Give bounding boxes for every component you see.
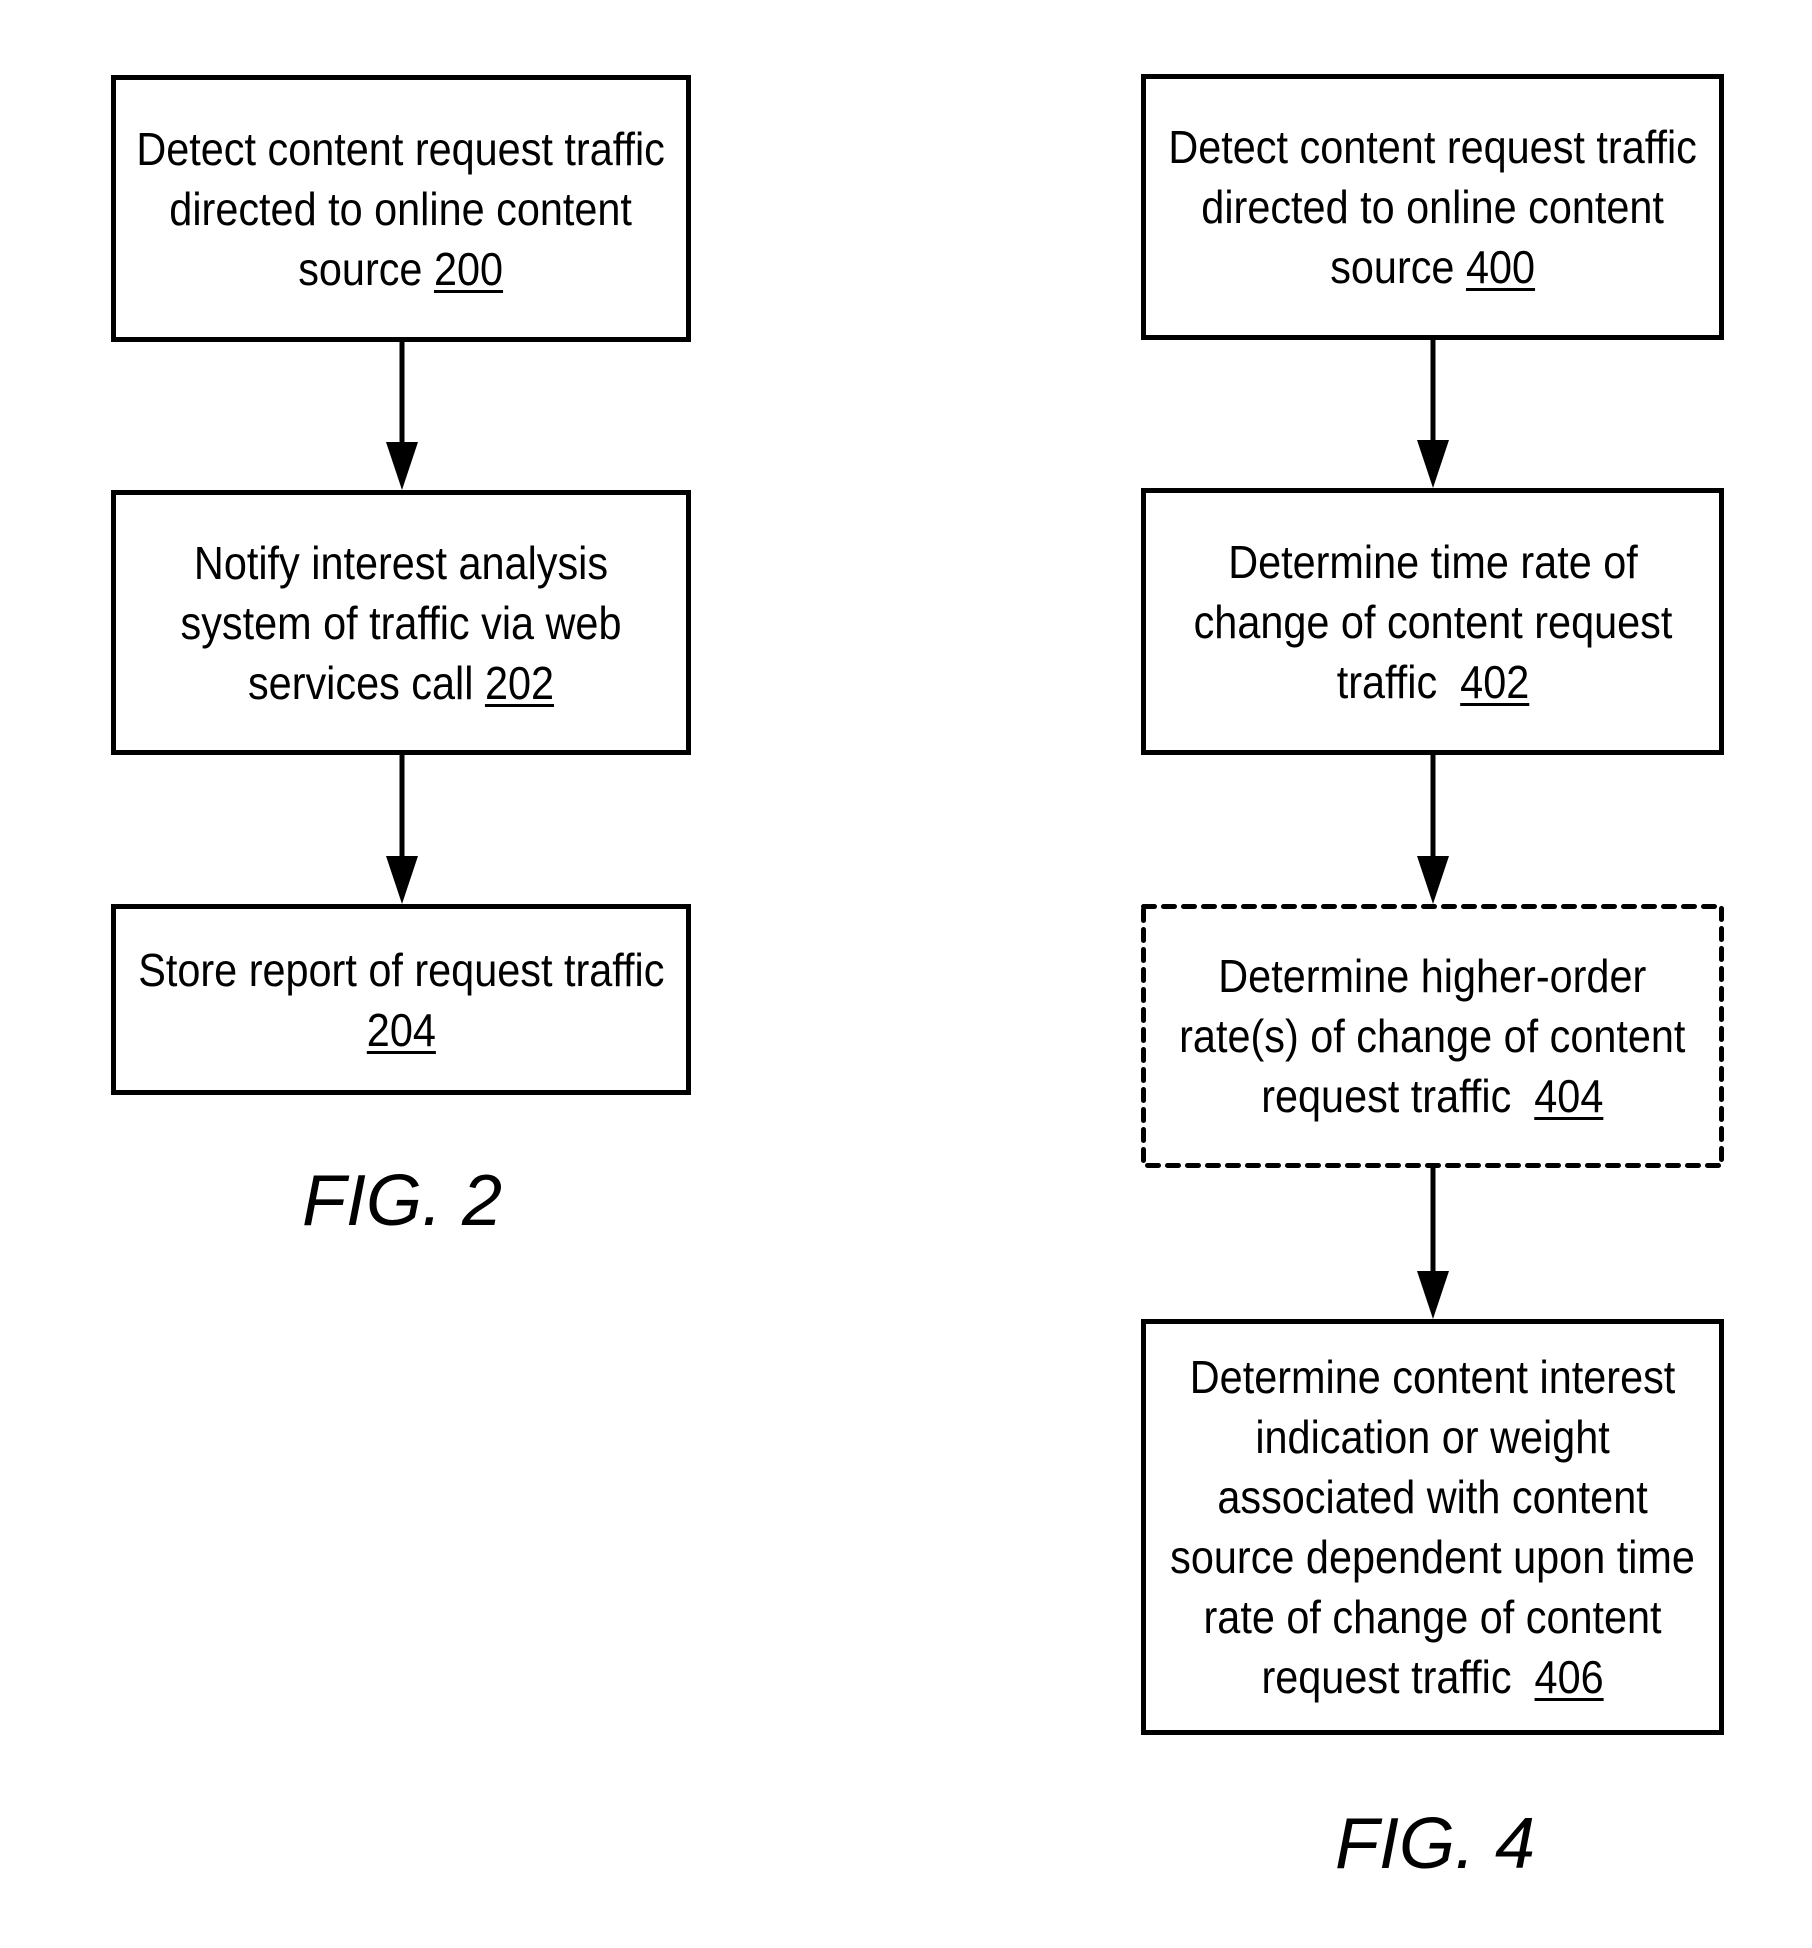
step-line: source 200 — [137, 239, 666, 299]
step-line: Determine time rate of — [1227, 535, 1638, 588]
reference-number: 202 — [484, 656, 555, 709]
arrow-202-to-204 — [386, 755, 418, 904]
step-text-402: Determine time rate of change of content… — [1193, 532, 1672, 712]
step-line: indication or weight — [1255, 1411, 1610, 1463]
arrow-400-to-402 — [1417, 340, 1449, 488]
step-box-200: Detect content request traffic directed … — [111, 75, 691, 342]
step-line-text: services call — [247, 656, 485, 709]
step-text-404: Determine higher-order rate(s) of change… — [1179, 946, 1685, 1126]
step-line: 204 — [138, 1000, 664, 1060]
step-line: traffic 402 — [1193, 652, 1672, 712]
reference-number: 402 — [1459, 655, 1529, 708]
arrow-down-icon — [1417, 1271, 1449, 1319]
step-line: services call 202 — [181, 653, 622, 713]
reference-number: 404 — [1534, 1070, 1604, 1122]
arrow-200-to-202 — [386, 342, 418, 490]
arrow-down-icon — [386, 856, 418, 904]
step-line: change of content request — [1193, 595, 1672, 648]
step-line: Determine higher-order — [1218, 950, 1647, 1002]
step-line: Detect content request traffic — [136, 122, 666, 175]
step-line-text: request traffic — [1261, 1651, 1535, 1703]
step-box-400: Detect content request traffic directed … — [1141, 74, 1724, 340]
step-line: source 400 — [1168, 237, 1697, 297]
step-box-402: Determine time rate of change of content… — [1141, 488, 1724, 755]
reference-number: 204 — [366, 1003, 436, 1056]
step-line: directed to online content — [169, 182, 633, 235]
step-line: directed to online content — [1201, 181, 1664, 233]
step-line: rate(s) of change of content — [1179, 1010, 1686, 1062]
arrow-down-icon — [386, 442, 418, 490]
step-line-text: traffic — [1336, 655, 1460, 708]
figure-label-2: FIG. 2 — [301, 1161, 503, 1241]
figure-label-4: FIG. 4 — [1334, 1804, 1536, 1884]
step-text-200: Detect content request traffic directed … — [137, 119, 666, 299]
step-box-404: Determine higher-order rate(s) of change… — [1141, 904, 1724, 1168]
step-text-400: Detect content request traffic directed … — [1168, 117, 1697, 297]
step-box-202: Notify interest analysis system of traff… — [111, 490, 691, 755]
step-line-text: source — [298, 242, 435, 295]
step-line: associated with content — [1217, 1471, 1648, 1523]
step-line: Store report of request traffic — [137, 943, 665, 996]
arrow-down-icon — [1417, 856, 1449, 904]
step-line: Detect content request traffic — [1168, 121, 1697, 173]
reference-number: 406 — [1534, 1651, 1604, 1703]
step-line: request traffic 404 — [1179, 1066, 1685, 1126]
step-box-204: Store report of request traffic 204 — [111, 904, 691, 1095]
step-line: rate of change of content — [1203, 1591, 1662, 1643]
reference-number: 200 — [434, 242, 504, 295]
step-line-text: source — [1330, 241, 1466, 293]
step-text-202: Notify interest analysis system of traff… — [181, 533, 622, 713]
reference-number: 400 — [1465, 241, 1535, 293]
step-box-406: Determine content interest indication or… — [1141, 1319, 1724, 1735]
step-line: Notify interest analysis — [193, 536, 609, 589]
arrow-404-to-406 — [1417, 1168, 1449, 1319]
step-text-406: Determine content interest indication or… — [1170, 1347, 1695, 1707]
arrow-down-icon — [1417, 440, 1449, 488]
step-text-204: Store report of request traffic 204 — [138, 940, 664, 1060]
step-line: system of traffic via web — [180, 596, 622, 649]
step-line: request traffic 406 — [1170, 1647, 1695, 1707]
arrow-402-to-404 — [1417, 755, 1449, 904]
step-line: Determine content interest — [1189, 1351, 1676, 1403]
step-line: source dependent upon time — [1170, 1531, 1695, 1583]
step-line-text: request traffic — [1261, 1070, 1535, 1122]
